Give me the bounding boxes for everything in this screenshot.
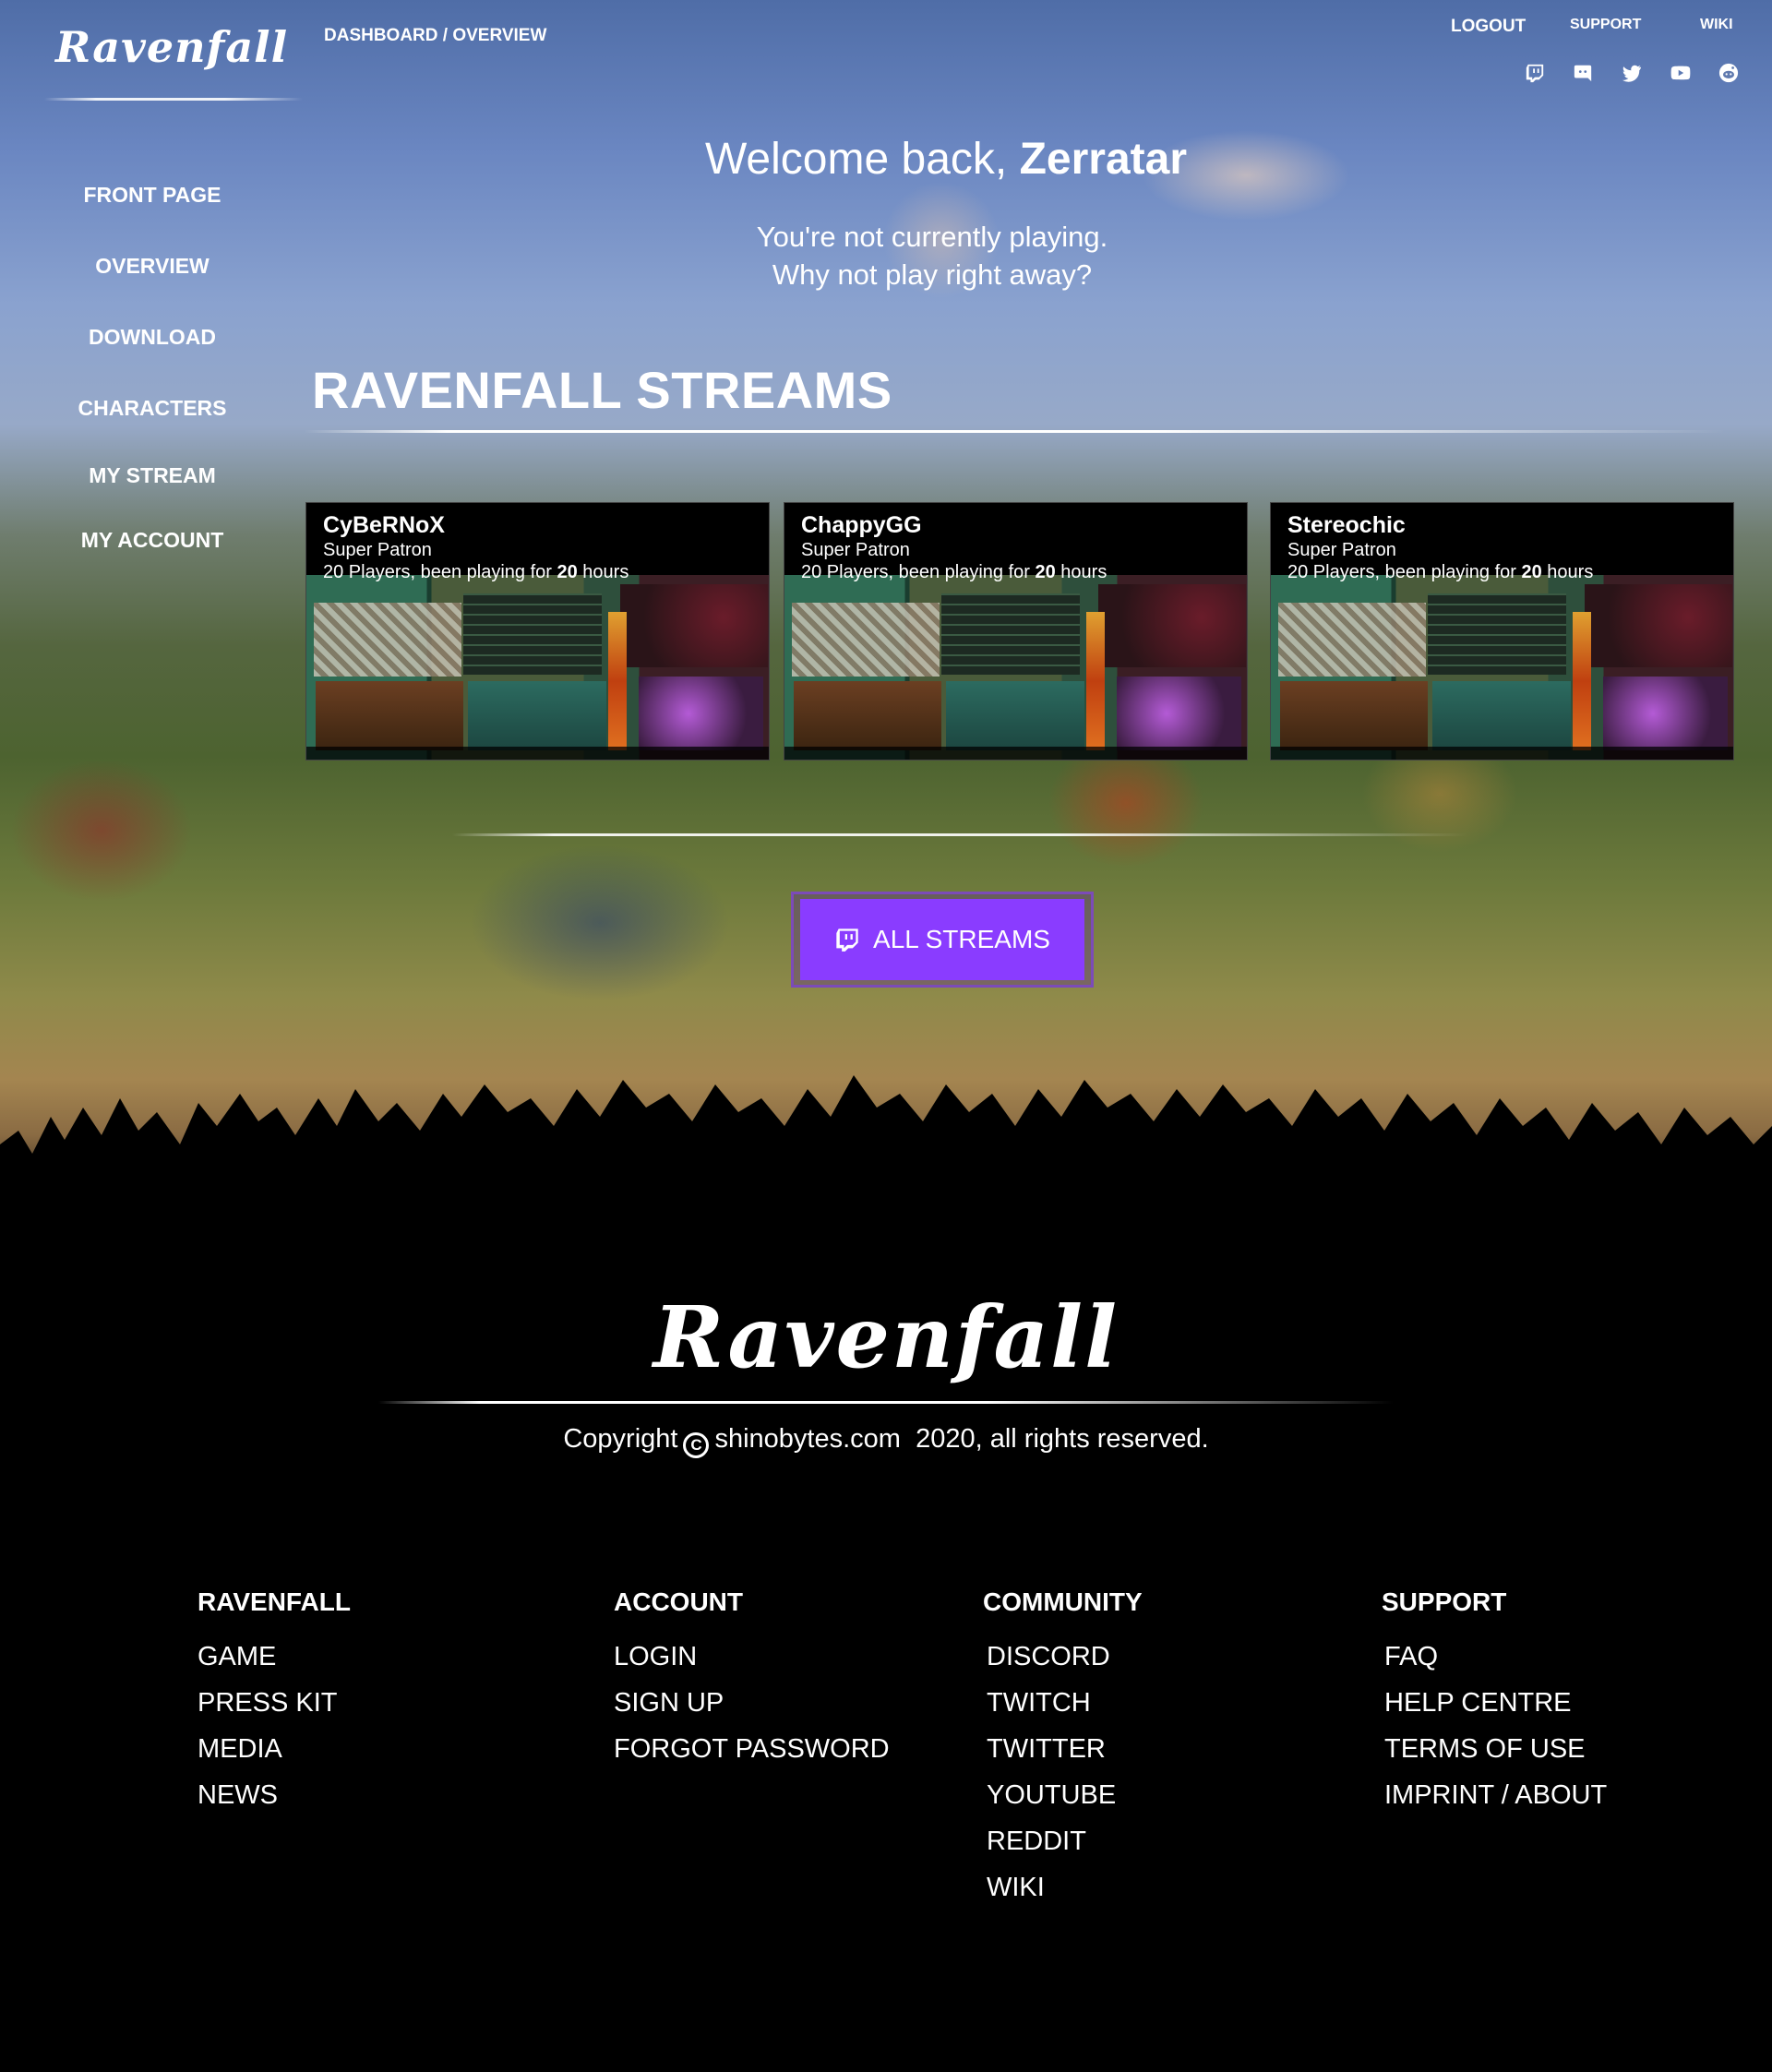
- discord-icon[interactable]: [1573, 63, 1593, 83]
- welcome-heading: Welcome back, Zerratar: [305, 134, 1587, 185]
- sidebar-item-overview[interactable]: OVERVIEW: [0, 254, 305, 279]
- play-prompt: You're not currently playing. Why not pl…: [305, 218, 1560, 293]
- footer-link-wiki[interactable]: WIKI: [987, 1864, 1143, 1910]
- all-streams-button[interactable]: ALL STREAMS: [800, 899, 1084, 980]
- streamer-name: ChappyGG: [801, 512, 922, 538]
- grass-silhouette: [0, 1075, 1772, 1255]
- username: Zerratar: [1019, 135, 1187, 184]
- twitch-icon[interactable]: [1525, 63, 1545, 83]
- copyright-icon: C: [683, 1432, 710, 1458]
- sidebar-item-my-account[interactable]: MY ACCOUNT: [0, 528, 305, 553]
- stream-card[interactable]: ChappyGG Super Patron 20 Players, been p…: [784, 502, 1248, 761]
- wiki-link[interactable]: WIKI: [1700, 17, 1733, 33]
- play-prompt-line1: You're not currently playing.: [756, 221, 1108, 253]
- footer-link-imprint-about[interactable]: IMPRINT / ABOUT: [1384, 1772, 1607, 1818]
- stream-stats: 20 Players, been playing for 20 hours: [323, 562, 629, 582]
- sidebar-item-characters[interactable]: CHARACTERS: [0, 396, 305, 421]
- all-streams-label: ALL STREAMS: [873, 925, 1050, 953]
- footer-link-media[interactable]: MEDIA: [198, 1726, 351, 1772]
- streams-bottom-divider: [452, 833, 1467, 836]
- streamer-tier: Super Patron: [801, 540, 910, 560]
- footer-link-youtube[interactable]: YOUTUBE: [987, 1772, 1143, 1818]
- twitch-icon: [836, 928, 858, 952]
- stream-stats: 20 Players, been playing for 20 hours: [801, 562, 1108, 582]
- support-link[interactable]: SUPPORT: [1570, 17, 1641, 33]
- footer-link-news[interactable]: NEWS: [198, 1772, 351, 1818]
- footer-column-title: SUPPORT: [1382, 1587, 1507, 1616]
- footer-divider: [378, 1401, 1394, 1404]
- streams-title: RAVENFALL STREAMS: [312, 361, 892, 419]
- footer-link-sign-up[interactable]: SIGN UP: [614, 1680, 890, 1726]
- footer-column-account: ACCOUNT LOGIN SIGN UP FORGOT PASSWORD: [614, 1587, 890, 1772]
- streamer-name: Stereochic: [1287, 512, 1406, 538]
- stream-thumbnail[interactable]: [784, 575, 1247, 760]
- footer-link-help-centre[interactable]: HELP CENTRE: [1384, 1680, 1607, 1726]
- footer-link-forgot-password[interactable]: FORGOT PASSWORD: [614, 1726, 890, 1772]
- stream-card[interactable]: CyBeRNoX Super Patron 20 Players, been p…: [305, 502, 770, 761]
- twitter-icon[interactable]: [1622, 63, 1642, 83]
- footer-column-community: COMMUNITY DISCORD TWITCH TWITTER YOUTUBE…: [983, 1587, 1143, 1910]
- site-logo[interactable]: Ravenfall: [55, 22, 288, 72]
- footer-link-game[interactable]: GAME: [198, 1634, 351, 1680]
- footer-column-support: SUPPORT FAQ HELP CENTRE TERMS OF USE IMP…: [1382, 1587, 1607, 1818]
- sidebar-item-download[interactable]: DOWNLOAD: [0, 325, 305, 350]
- footer-column-title: ACCOUNT: [614, 1587, 743, 1616]
- footer-link-twitch[interactable]: TWITCH: [987, 1680, 1143, 1726]
- copyright: Copyright Cshinobytes.com 2020, all right…: [0, 1424, 1772, 1458]
- stream-card[interactable]: Stereochic Super Patron 20 Players, been…: [1270, 502, 1734, 761]
- footer-link-login[interactable]: LOGIN: [614, 1634, 890, 1680]
- youtube-icon[interactable]: [1670, 63, 1691, 83]
- play-prompt-line2: Why not play right away?: [772, 258, 1093, 291]
- logo-divider: [44, 98, 303, 101]
- streamer-name: CyBeRNoX: [323, 512, 445, 538]
- footer-link-faq[interactable]: FAQ: [1384, 1634, 1607, 1680]
- footer-column-title: COMMUNITY: [983, 1587, 1143, 1616]
- logout-link[interactable]: LOGOUT: [1451, 17, 1526, 37]
- footer-logo[interactable]: Ravenfall: [0, 1288, 1772, 1387]
- sidebar-item-my-stream[interactable]: MY STREAM: [0, 463, 305, 488]
- sidebar-item-front-page[interactable]: FRONT PAGE: [0, 183, 305, 208]
- streamer-tier: Super Patron: [1287, 540, 1396, 560]
- footer-link-discord[interactable]: DISCORD: [987, 1634, 1143, 1680]
- stream-thumbnail[interactable]: [1271, 575, 1733, 760]
- footer-column-title: RAVENFALL: [198, 1587, 351, 1616]
- streamer-tier: Super Patron: [323, 540, 432, 560]
- footer-link-reddit[interactable]: REDDIT: [987, 1818, 1143, 1864]
- footer-link-twitter[interactable]: TWITTER: [987, 1726, 1143, 1772]
- breadcrumb[interactable]: DASHBOARD / OVERVIEW: [324, 26, 546, 46]
- stream-thumbnail[interactable]: [306, 575, 769, 760]
- footer-link-terms-of-use[interactable]: TERMS OF USE: [1384, 1726, 1607, 1772]
- stream-stats: 20 Players, been playing for 20 hours: [1287, 562, 1594, 582]
- footer-link-press-kit[interactable]: PRESS KIT: [198, 1680, 351, 1726]
- welcome-prefix: Welcome back,: [704, 135, 1008, 184]
- streams-title-divider: [305, 430, 1726, 433]
- reddit-icon[interactable]: [1718, 63, 1739, 83]
- footer-column-ravenfall: RAVENFALL GAME PRESS KIT MEDIA NEWS: [198, 1587, 351, 1818]
